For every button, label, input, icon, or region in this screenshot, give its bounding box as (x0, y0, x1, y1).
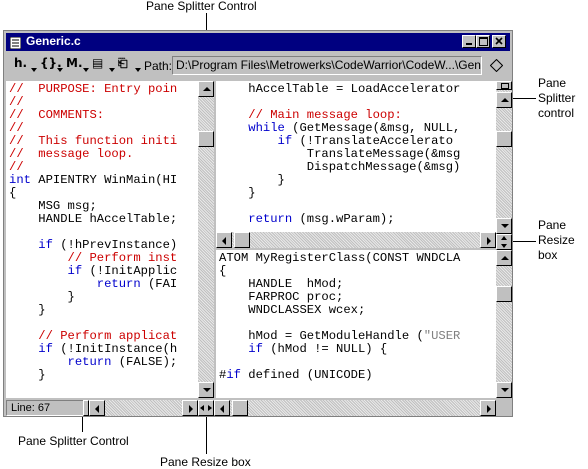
callout-text: box (538, 248, 558, 262)
left-code-pane[interactable]: // PURPOSE: Entry poin//// COMMENTS:////… (6, 81, 198, 398)
callout-pane-splitter-bottom: Pane Splitter Control (18, 434, 129, 448)
document-popup-icon: ▤ (92, 56, 104, 70)
callout-text: Resize (538, 233, 575, 247)
code-line: ATOM MyRegisterClass(CONST WNDCLA (219, 251, 461, 265)
callout-text: control (538, 106, 575, 120)
marker-popup-icon: M. (66, 56, 83, 70)
right-top-scroll-left-button[interactable] (216, 232, 232, 248)
maximize-button[interactable] (476, 35, 490, 48)
toolbar: h. {}. M. ▤ ⎗ Path: D:\Program Files\Met… (6, 53, 510, 79)
function-popup-button[interactable]: h. (14, 56, 38, 76)
options-diamond-icon[interactable] (489, 58, 504, 73)
left-scroll-left-button[interactable] (89, 400, 105, 416)
title-bar[interactable]: Generic.c (6, 33, 510, 51)
code-line: // COMMENTS: (9, 108, 105, 122)
right-top-scroll-up-button[interactable] (496, 92, 512, 108)
callout-text: Pane (538, 76, 567, 90)
resize-arrows-icon (200, 405, 212, 411)
callout-pane-resize-bottom: Pane Resize box (160, 455, 251, 469)
left-scroll-up-button[interactable] (198, 81, 214, 97)
document-icon[interactable] (9, 36, 22, 50)
left-scroll-thumb[interactable] (198, 131, 214, 147)
right-top-hscroll-thumb[interactable] (234, 232, 250, 248)
version-control-icon: ⎗ (118, 56, 128, 70)
code-line: #if defined (UNICODE) (219, 368, 373, 382)
right-top-code-lines: hAccelTable = LoadAccelerator // Main me… (219, 83, 460, 226)
left-vertical-scrollbar[interactable] (198, 81, 214, 398)
right-top-vertical-scrollbar[interactable] (496, 81, 512, 234)
callout-pane-resize-right: Pane Resize box (538, 218, 575, 263)
editor-window: Generic.c h. {}. M. ▤ ⎗ Path: D:\Program… (3, 30, 513, 417)
code-line: // PURPOSE: Entry poin (9, 82, 178, 96)
callout-text: Pane (538, 218, 567, 232)
right-bottom-vertical-scrollbar[interactable] (496, 250, 512, 398)
right-top-code-pane[interactable]: hAccelTable = LoadAccelerator // Main me… (216, 81, 496, 232)
close-icon (495, 37, 503, 45)
code-line: } (9, 303, 46, 317)
left-scroll-right-button[interactable] (182, 400, 198, 416)
right-bottom-scroll-thumb[interactable] (496, 286, 512, 302)
window-title: Generic.c (26, 34, 81, 48)
minimize-button[interactable] (462, 35, 476, 48)
code-line: } (9, 368, 46, 382)
resize-arrows-icon (501, 236, 507, 248)
document-popup-button[interactable]: ▤ (92, 56, 116, 76)
left-scroll-down-button[interactable] (198, 382, 214, 398)
code-line: // message loop. (9, 147, 134, 161)
left-code-lines: // PURPOSE: Entry poin//// COMMENTS:////… (9, 83, 177, 382)
pane-resize-box-right[interactable] (496, 234, 512, 250)
close-button[interactable] (492, 35, 506, 48)
right-top-horizontal-scrollbar[interactable] (216, 232, 496, 248)
code-line: } (219, 186, 256, 200)
right-bottom-horizontal-scrollbar[interactable] (214, 400, 496, 416)
right-bottom-scroll-up-button[interactable] (496, 250, 512, 266)
minimize-icon (466, 43, 472, 45)
callout-pane-splitter-top: Pane Splitter Control (146, 0, 257, 13)
right-bottom-scroll-right-button[interactable] (480, 400, 496, 416)
left-horizontal-scrollbar[interactable] (89, 400, 198, 416)
path-label: Path: (144, 59, 173, 73)
right-bottom-scroll-down-button[interactable] (496, 382, 512, 398)
version-control-button[interactable]: ⎗ (118, 56, 142, 76)
right-bottom-hscroll-thumb[interactable] (232, 400, 248, 416)
right-bottom-scroll-left-button[interactable] (214, 400, 230, 416)
marker-popup-button[interactable]: M. (66, 56, 90, 76)
right-bottom-code-pane[interactable]: ATOM MyRegisterClass(CONST WNDCLA{ HANDL… (216, 250, 496, 398)
pane-splitter-control-right[interactable] (496, 81, 512, 90)
code-line: hAccelTable = LoadAccelerator (219, 82, 461, 96)
right-top-scroll-down-button[interactable] (496, 218, 512, 234)
path-field: D:\Program Files\Metrowerks\CodeWarrior\… (172, 56, 482, 75)
code-line: if (hMod != NULL) { (248, 342, 388, 356)
braces-popup-button[interactable]: {}. (40, 56, 64, 76)
maximize-icon (479, 37, 488, 46)
pane-resize-box-bottom[interactable] (198, 400, 214, 416)
callout-text: Splitter (538, 91, 576, 105)
code-line: HANDLE hAccelTable; (9, 212, 178, 226)
right-bottom-code-lines: ATOM MyRegisterClass(CONST WNDCLA{ HANDL… (219, 252, 460, 382)
code-line: WNDCLASSEX wcex; (219, 303, 366, 317)
right-top-scroll-right-button[interactable] (480, 232, 496, 248)
code-line: return (msg.wParam); (248, 212, 395, 226)
callout-pane-splitter-right: Pane Splitter control (538, 76, 575, 121)
code-line: int APIENTRY WinMain(HI (9, 173, 178, 187)
line-number-status: Line: 67 (6, 400, 84, 416)
right-top-scroll-thumb[interactable] (496, 131, 512, 147)
function-popup-icon: h. (14, 56, 28, 70)
